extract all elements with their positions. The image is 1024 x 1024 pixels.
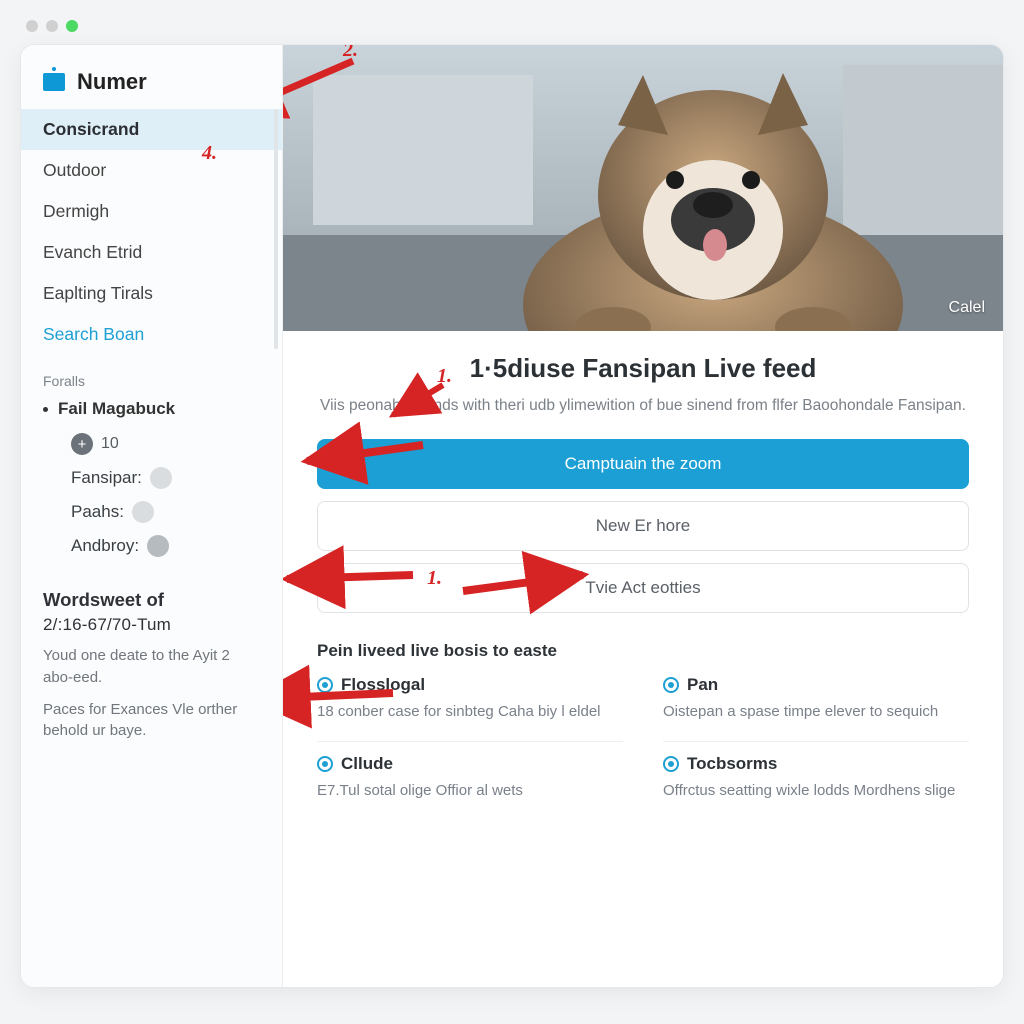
card-body: Oistepan a spase timpe elever to sequich	[663, 701, 969, 723]
page-subtitle: Viis peonables ands with theri udb ylime…	[317, 394, 969, 417]
sidebar-item-eaplting[interactable]: Eaplting Tirals	[21, 273, 282, 314]
card-flosslogal[interactable]: Flosslogal 18 conber case for sinbteg Ca…	[317, 675, 623, 723]
window-traffic-lights	[20, 20, 1004, 44]
content: 1·5diuse Fansipan Live feed Viis peonabl…	[283, 331, 1003, 802]
new-button[interactable]: New Er hore	[317, 501, 969, 551]
foralls-label: Foralls	[21, 355, 282, 395]
radio-icon	[663, 756, 679, 772]
sidebar-item-evanch[interactable]: Evanch Etrid	[21, 232, 282, 273]
count-label: Andbroy:	[71, 536, 139, 556]
wordsweet-code: 2/:16-67/70-Tum	[43, 615, 260, 635]
dot-icon	[147, 535, 169, 557]
hero-image: Calel	[283, 45, 1003, 331]
card-title: Pan	[687, 675, 718, 695]
count-label: Paahs:	[71, 502, 124, 522]
forall-title: Fail Magabuck	[58, 399, 175, 419]
zoom-button[interactable]: Camptuain the zoom	[317, 439, 969, 489]
traffic-close-icon[interactable]	[26, 20, 38, 32]
card-title: Cllude	[341, 754, 393, 774]
sidebar-nav: Consicrand Outdoor Dermigh Evanch Etrid …	[21, 109, 282, 355]
hero-caption: Calel	[949, 299, 985, 317]
sidebar-item-search[interactable]: Search Boan	[21, 314, 282, 355]
hero-illustration	[283, 45, 1003, 331]
count-row-paahs: Paahs:	[71, 495, 282, 529]
card-body: Offrctus seatting wixle lodds Mordhens s…	[663, 780, 969, 802]
card-pan[interactable]: Pan Oistepan a spase timpe elever to seq…	[663, 675, 969, 723]
count-row-plus[interactable]: + 10	[71, 427, 282, 461]
sidebar-item-outdoor[interactable]: Outdoor	[21, 150, 282, 191]
button-stack: Camptuain the zoom New Er hore Tvie Act …	[317, 439, 969, 613]
dot-icon	[132, 501, 154, 523]
count-row-fansipar: Fansipar:	[71, 461, 282, 495]
radio-icon	[317, 677, 333, 693]
sidebar: Numer Consicrand Outdoor Dermigh Evanch …	[21, 45, 283, 987]
scrollbar[interactable]	[274, 109, 278, 349]
forall-sublist: + 10 Fansipar: Paahs: Andbroy:	[21, 423, 282, 563]
section-heading: Pein liveed live bosis to easte	[317, 641, 969, 661]
brand: Numer	[21, 63, 282, 109]
card-title: Tocbsorms	[687, 754, 777, 774]
annotation-4b: 4.	[555, 565, 570, 588]
traffic-minimize-icon[interactable]	[46, 20, 58, 32]
sidebar-item-dermigh[interactable]: Dermigh	[21, 191, 282, 232]
wordsweet-heading: Wordsweet of	[43, 589, 260, 611]
annotation-1b: 1.	[427, 567, 442, 590]
annotation-2: 2.	[343, 44, 358, 62]
count-label: Fansipar:	[71, 468, 142, 488]
page-title: 1·5diuse Fansipan Live feed	[317, 353, 969, 384]
radio-icon	[317, 756, 333, 772]
brand-icon	[43, 73, 65, 91]
count-row-andbroy: Andbroy:	[71, 529, 282, 563]
brand-title: Numer	[77, 69, 147, 95]
wordsweet-block: Wordsweet of 2/:16-67/70-Tum Youd one de…	[21, 563, 282, 742]
plus-icon[interactable]: +	[71, 433, 93, 455]
app-window: Numer Consicrand Outdoor Dermigh Evanch …	[20, 44, 1004, 988]
traffic-zoom-icon[interactable]	[66, 20, 78, 32]
radio-icon	[663, 677, 679, 693]
main-panel: Calel 1·5diuse Fansipan Live feed Viis p…	[283, 45, 1003, 987]
count-value: 10	[101, 435, 119, 453]
dot-icon	[150, 467, 172, 489]
wordsweet-p2: Paces for Exances Vle orther behold ur b…	[43, 699, 260, 743]
card-title: Flosslogal	[341, 675, 425, 695]
wordsweet-p1: Youd one deate to the Ayit 2 abo-eed.	[43, 645, 260, 689]
bullet-icon	[43, 407, 48, 412]
annotation-1: 1.	[437, 365, 452, 388]
annotation-4: 4.	[202, 142, 217, 165]
card-tocbsorms[interactable]: Tocbsorms Offrctus seatting wixle lodds …	[663, 741, 969, 802]
sidebar-item-consicrand[interactable]: Consicrand	[21, 109, 282, 150]
feature-cards: Flosslogal 18 conber case for sinbteg Ca…	[317, 675, 969, 802]
activities-button[interactable]: Tvie Act eotties	[317, 563, 969, 613]
card-body: 18 conber case for sinbteg Caha biy l el…	[317, 701, 623, 723]
card-cllude[interactable]: Cllude E7.Tul sotal olige Offior al wets	[317, 741, 623, 802]
forall-item[interactable]: Fail Magabuck	[21, 395, 282, 423]
card-body: E7.Tul sotal olige Offior al wets	[317, 780, 623, 802]
